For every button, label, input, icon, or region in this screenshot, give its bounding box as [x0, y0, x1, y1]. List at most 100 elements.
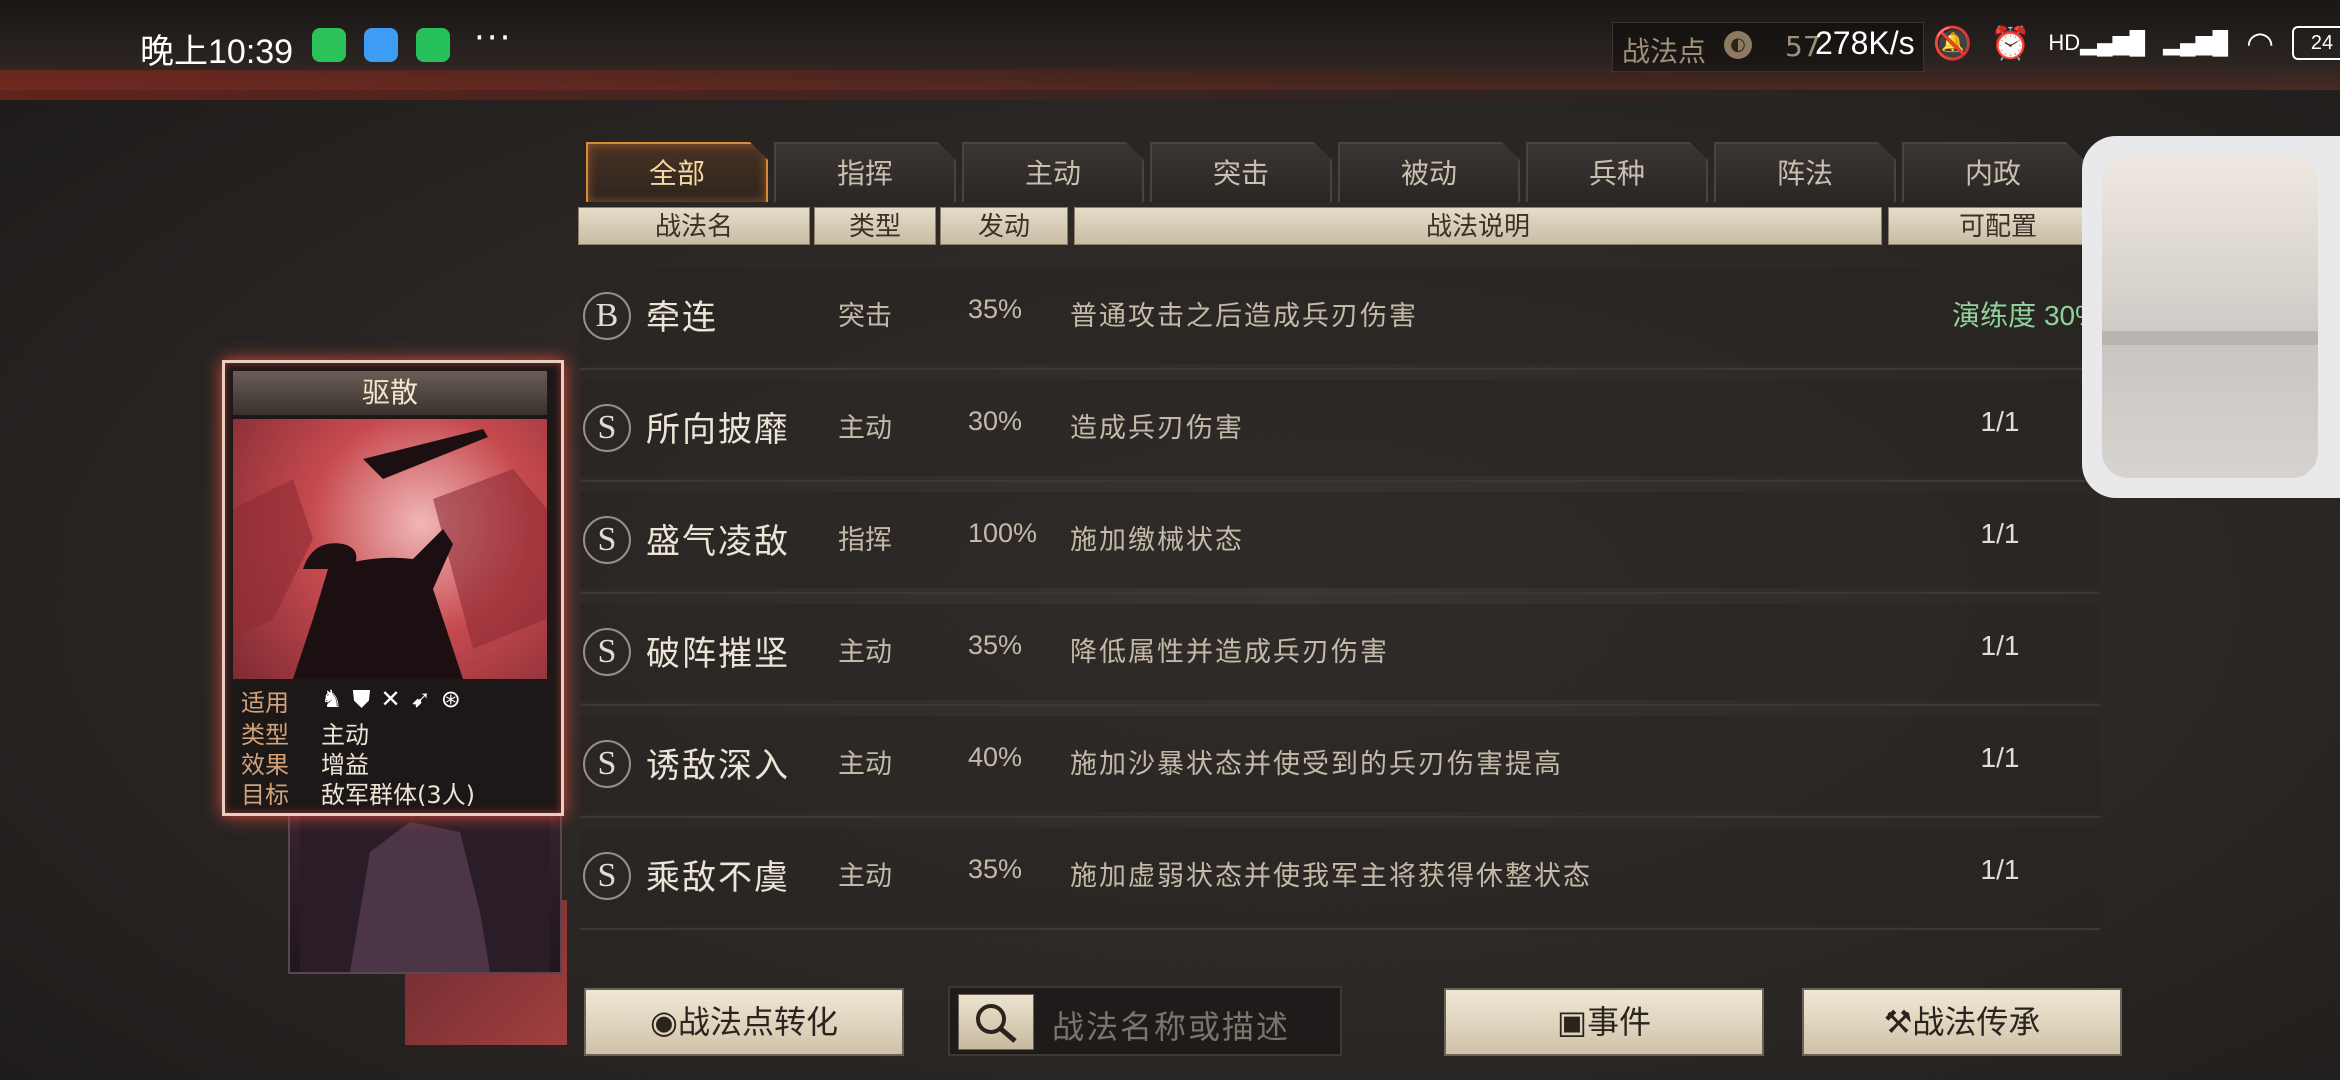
- skill-desc: 施加缴械状态: [1070, 525, 1244, 556]
- convert-points-label: 战法点转化: [677, 1003, 838, 1041]
- search-input[interactable]: 战法名称或描述: [1052, 1002, 1290, 1048]
- events-button[interactable]: ▣事件: [1444, 988, 1764, 1056]
- card-info: 适用 ♞ ⛊ ✕ ➹ ⊛ 类型 主动 效果 增益 目标 敌军群体(3人): [233, 679, 547, 809]
- wechat-icon: [312, 28, 346, 62]
- header-glow: [0, 70, 2340, 100]
- category-tabs: 全部 指挥 主动 突击 被动 兵种 阵法 内政: [586, 142, 2084, 202]
- skill-config: 1/1: [1980, 854, 2020, 885]
- grade-badge: S: [583, 516, 631, 564]
- card-target-label: 目标: [241, 781, 289, 809]
- signal2-icon: ▂▄▆█: [2163, 30, 2229, 55]
- skill-points-icon: ◐: [1724, 31, 1752, 59]
- skill-row[interactable]: S 所向披靡 主动 30% 造成兵刃伤害 1/1: [580, 374, 2100, 482]
- skill-desc: 造成兵刃伤害: [1070, 413, 1244, 444]
- row-background: [580, 380, 2100, 476]
- card-stack-middle: [288, 790, 562, 974]
- skill-rate: 30%: [968, 406, 1023, 436]
- search-box[interactable]: 战法名称或描述: [948, 986, 1342, 1056]
- skill-rate: 40%: [968, 742, 1023, 772]
- tab-command[interactable]: 指挥: [774, 142, 956, 202]
- hammer-icon: ⚒: [1883, 1003, 1913, 1041]
- card-apply-label: 适用: [241, 689, 289, 717]
- card-art: [233, 419, 547, 679]
- silhouette-art: [300, 802, 550, 972]
- tab-troop[interactable]: 兵种: [1526, 142, 1708, 202]
- row-background: [580, 492, 2100, 588]
- tab-active[interactable]: 主动: [962, 142, 1144, 202]
- skill-desc: 施加沙暴状态并使受到的兵刃伤害提高: [1070, 749, 1563, 780]
- skill-type: 主动: [838, 749, 892, 780]
- grade-badge: S: [583, 852, 631, 900]
- tab-passive[interactable]: 被动: [1338, 142, 1520, 202]
- skill-name: 乘敌不虞: [646, 858, 790, 898]
- skill-rate: 35%: [968, 630, 1023, 660]
- grade-badge: B: [583, 292, 631, 340]
- cavalry-icon: ♞: [321, 685, 343, 713]
- skill-desc: 普通攻击之后造成兵刃伤害: [1070, 301, 1418, 332]
- skill-config: 演练度 30%: [1952, 300, 2100, 331]
- phone-icon: [416, 28, 450, 62]
- skill-rate: 35%: [968, 854, 1023, 884]
- skill-row[interactable]: B 牵连 突击 35% 普通攻击之后造成兵刃伤害 演练度 30%: [580, 262, 2100, 370]
- system-status: 278K/s 🔕 ⏰ HD▂▄▆█ ▂▄▆█ ◠ 24 ⚡: [1815, 24, 2340, 62]
- alert-icon: ▣: [1556, 1003, 1588, 1041]
- net-speed: 278K/s: [1815, 24, 1915, 61]
- skill-row[interactable]: S 破阵摧坚 主动 35% 降低属性并造成兵刃伤害 1/1: [580, 598, 2100, 706]
- events-label: 事件: [1587, 1003, 1652, 1041]
- col-header-rate[interactable]: 发动: [940, 207, 1068, 245]
- bow-icon: ✕: [380, 685, 401, 713]
- grade-badge: S: [583, 740, 631, 788]
- skill-list: B 牵连 突击 35% 普通攻击之后造成兵刃伤害 演练度 30% S 所向披靡 …: [580, 262, 2110, 962]
- search-button[interactable]: [958, 994, 1034, 1050]
- tab-assault[interactable]: 突击: [1150, 142, 1332, 202]
- alarm-icon: ⏰: [1990, 25, 2031, 61]
- skill-type: 指挥: [838, 525, 892, 556]
- skill-config: 1/1: [1980, 742, 2020, 773]
- skill-config: 1/1: [1980, 518, 2020, 549]
- skill-row[interactable]: S 乘敌不虞 主动 35% 施加虚弱状态并使我军主将获得休整状态 1/1: [580, 822, 2100, 930]
- skill-config: 1/1: [1980, 630, 2020, 661]
- card-target-value: 敌军群体(3人): [321, 781, 475, 809]
- skill-row[interactable]: S 盛气凌敌 指挥 100% 施加缴械状态 1/1: [580, 486, 2100, 594]
- status-time: 晚上10:39: [140, 33, 294, 71]
- skill-type: 主动: [838, 637, 892, 668]
- tab-internal[interactable]: 内政: [1902, 142, 2084, 202]
- grade-badge: S: [583, 404, 631, 452]
- skill-config: 1/1: [1980, 406, 2020, 437]
- floating-camera-window[interactable]: [2082, 136, 2340, 498]
- skill-card[interactable]: 驱散 适用 ♞ ⛊ ✕ ➹ ⊛ 类型 主动 效果 增益 目标 敌军群体(3人): [222, 360, 564, 816]
- skill-rate: 35%: [968, 294, 1023, 324]
- skill-rate: 100%: [968, 518, 1038, 548]
- skill-desc: 施加虚弱状态并使我军主将获得休整状态: [1070, 861, 1592, 892]
- chat-icon: [364, 28, 398, 62]
- tab-all[interactable]: 全部: [586, 142, 768, 202]
- shield-icon: ⛊: [352, 685, 371, 713]
- inherit-label: 战法传承: [1912, 1003, 2041, 1041]
- col-header-name[interactable]: 战法名: [578, 207, 810, 245]
- skill-name: 牵连: [646, 298, 718, 338]
- skill-name: 破阵摧坚: [646, 634, 790, 674]
- grade-badge: S: [583, 628, 631, 676]
- spear-icon: ➹: [410, 685, 431, 713]
- card-title: 驱散: [233, 371, 547, 415]
- signal-icon: HD▂▄▆█: [2048, 30, 2146, 55]
- skill-type: 主动: [838, 861, 892, 892]
- notification-icons: [312, 28, 450, 62]
- flame-icon: ◉: [650, 1003, 678, 1041]
- skill-name: 诱敌深入: [646, 746, 790, 786]
- battery-icon: 24: [2292, 26, 2340, 60]
- convert-points-button[interactable]: ◉战法点转化: [584, 988, 904, 1056]
- mute-icon: 🔕: [1932, 25, 1973, 61]
- skill-row[interactable]: S 诱敌深入 主动 40% 施加沙暴状态并使受到的兵刃伤害提高 1/1: [580, 710, 2100, 818]
- skill-points-label: 战法点: [1622, 35, 1707, 68]
- skill-name: 所向披靡: [646, 410, 790, 450]
- col-header-type[interactable]: 类型: [814, 207, 936, 245]
- col-header-config[interactable]: 可配置: [1888, 207, 2108, 245]
- troop-icons: ♞ ⛊ ✕ ➹ ⊛: [321, 685, 461, 713]
- inherit-button[interactable]: ⚒战法传承: [1802, 988, 2122, 1056]
- tab-formation[interactable]: 阵法: [1714, 142, 1896, 202]
- camera-stripe: [2102, 331, 2318, 345]
- wifi-icon: ◠: [2246, 25, 2275, 61]
- skill-name: 盛气凌敌: [646, 522, 790, 562]
- more-icon: ···: [474, 18, 513, 58]
